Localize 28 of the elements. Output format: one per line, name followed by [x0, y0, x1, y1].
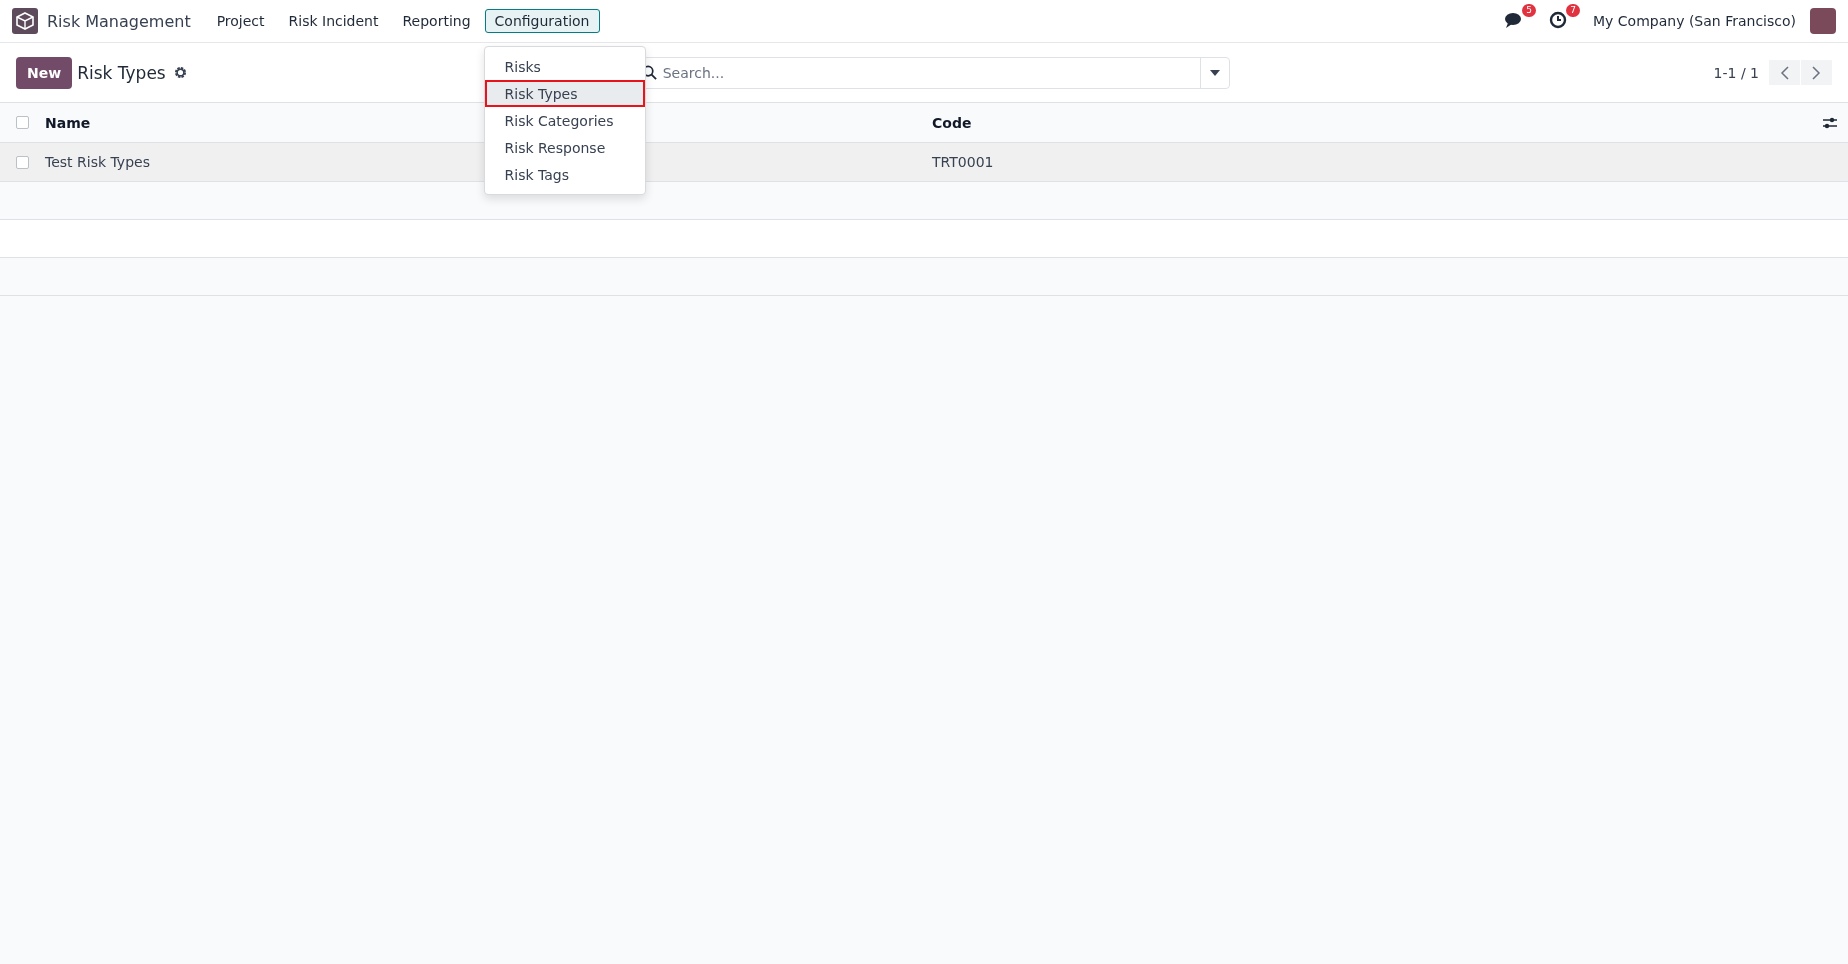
app-name[interactable]: Risk Management	[47, 11, 191, 31]
dropdown-item[interactable]: Risks	[484, 53, 645, 80]
app-logo-icon[interactable]	[12, 8, 38, 34]
select-all-checkbox[interactable]	[16, 116, 29, 129]
pager-value[interactable]: 1-1 / 1	[1713, 64, 1759, 81]
menu-item[interactable]: Project	[206, 9, 275, 33]
menu-item[interactable]: Configuration	[484, 9, 600, 33]
dropdown-item[interactable]: Risk Types	[484, 80, 645, 107]
settings-icon[interactable]	[173, 66, 187, 79]
dropdown-item[interactable]: Risk Response	[484, 134, 645, 161]
dropdown-item[interactable]: Risk Tags	[484, 161, 645, 188]
notification-badge: 7	[1566, 4, 1581, 17]
menu-item[interactable]: Reporting	[392, 9, 481, 33]
company-name[interactable]: My Company (San Francisco)	[1593, 13, 1796, 29]
table-cell: TRT0001	[932, 154, 994, 170]
chevron-right-icon	[1812, 65, 1821, 80]
dropdown-item[interactable]: Risk Categories	[484, 107, 645, 134]
new-button[interactable]: New	[16, 56, 73, 89]
sliders-icon[interactable]	[1822, 115, 1838, 130]
column-header[interactable]: Code	[932, 114, 972, 131]
menu-item[interactable]: Risk Incident	[278, 9, 389, 33]
row-checkbox[interactable]	[16, 155, 29, 169]
notification-badge: 5	[1522, 4, 1537, 17]
table-cell: Test Risk Types	[45, 154, 150, 170]
clock-icon[interactable]	[1549, 11, 1568, 29]
column-header[interactable]: Name	[45, 114, 91, 131]
page-title[interactable]: Risk Types	[77, 62, 166, 83]
chevron-left-icon	[1780, 65, 1789, 80]
